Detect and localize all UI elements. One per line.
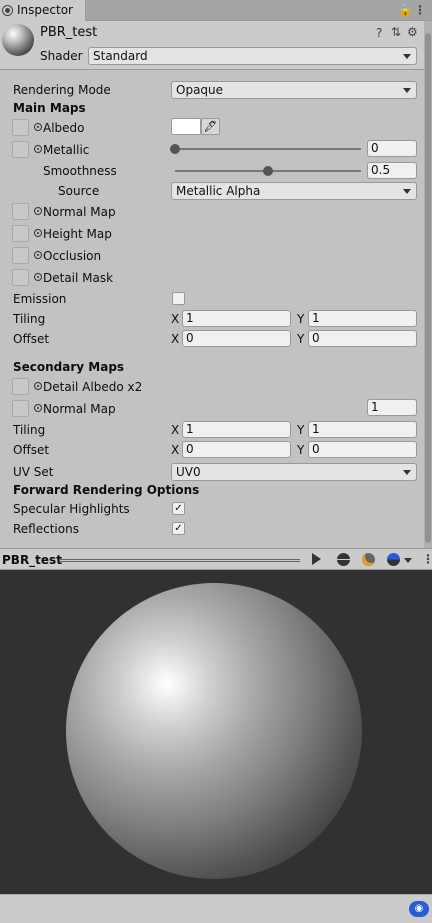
reflections-checkbox[interactable]: ✓ xyxy=(172,522,185,535)
offset-label: Offset xyxy=(13,332,50,346)
tab-inspector[interactable]: Inspector xyxy=(0,0,86,21)
offset-y-field[interactable]: 0 xyxy=(308,330,417,347)
emission-label: Emission xyxy=(13,292,67,306)
material-thumbnail xyxy=(2,24,34,56)
secondary-normal-map-label: Normal Map xyxy=(43,402,116,416)
preset-icon[interactable]: ⇅ xyxy=(391,25,401,39)
metallic-value-field[interactable]: 0 xyxy=(367,140,417,157)
albedo-texture-slot[interactable] xyxy=(12,119,29,136)
detail-mask-texture-slot[interactable] xyxy=(12,269,29,286)
preview-title: PBR_test xyxy=(2,553,62,567)
secondary-normal-map-picker-icon[interactable] xyxy=(34,404,42,412)
occlusion-texture-slot[interactable] xyxy=(12,247,29,264)
preview-mesh-icon[interactable] xyxy=(337,553,350,566)
preview-more-icon[interactable]: ⋮ xyxy=(422,552,432,566)
secondary-tiling-x-label: X xyxy=(171,423,180,437)
offset-y-label: Y xyxy=(297,332,305,346)
preview-toolbar: PBR_test ⋮ xyxy=(0,548,432,570)
detail-mask-picker-icon[interactable] xyxy=(34,273,42,281)
secondary-normal-scale-field[interactable]: 1 xyxy=(367,399,417,416)
rendering-mode-label: Rendering Mode xyxy=(13,83,111,97)
detail-albedo-texture-slot[interactable] xyxy=(12,378,29,395)
metallic-slider-track[interactable] xyxy=(175,148,361,150)
secondary-offset-x-label: X xyxy=(171,443,180,457)
secondary-maps-heading: Secondary Maps xyxy=(13,360,125,374)
normal-map-picker-icon[interactable] xyxy=(34,207,42,215)
height-map-label: Height Map xyxy=(43,227,112,241)
detail-mask-label: Detail Mask xyxy=(43,271,114,285)
secondary-tiling-label: Tiling xyxy=(13,423,46,437)
tiling-y-field[interactable]: 1 xyxy=(308,310,417,327)
smoothness-slider-handle[interactable] xyxy=(263,166,273,176)
secondary-tiling-y-field[interactable]: 1 xyxy=(308,421,417,438)
tab-bar: Inspector 🔒 ⋮ xyxy=(0,0,432,21)
preview-drag-handle[interactable] xyxy=(60,559,300,562)
shader-label: Shader xyxy=(40,49,83,63)
occlusion-label: Occlusion xyxy=(43,249,102,263)
secondary-tiling-y-label: Y xyxy=(297,423,305,437)
material-name: PBR_test xyxy=(40,25,98,40)
detail-albedo-picker-icon[interactable] xyxy=(34,382,42,390)
albedo-picker-icon[interactable] xyxy=(34,123,42,131)
specular-highlights-checkbox[interactable]: ✓ xyxy=(172,502,185,515)
tiling-y-label: Y xyxy=(297,312,305,326)
preview-sphere xyxy=(66,583,362,879)
status-bar: ◉ xyxy=(0,894,432,923)
chevron-down-icon[interactable] xyxy=(404,558,412,563)
eyedropper-icon[interactable]: 🖋 xyxy=(201,118,220,135)
material-header: PBR_test ? ⇅ ⚙ Shader Standard xyxy=(0,21,432,70)
tiling-label: Tiling xyxy=(13,312,46,326)
uv-set-dropdown[interactable]: UV0 xyxy=(171,463,417,481)
height-map-texture-slot[interactable] xyxy=(12,225,29,242)
normal-map-label: Normal Map xyxy=(43,205,116,219)
help-icon[interactable]: ? xyxy=(376,26,382,40)
emission-checkbox[interactable] xyxy=(172,292,185,305)
source-dropdown[interactable]: Metallic Alpha xyxy=(171,182,417,200)
tiling-x-label: X xyxy=(171,312,180,326)
detail-albedo-label: Detail Albedo x2 xyxy=(43,380,143,394)
specular-highlights-label: Specular Highlights xyxy=(13,502,130,516)
tiling-x-field[interactable]: 1 xyxy=(182,310,291,327)
offset-x-label: X xyxy=(171,332,180,346)
secondary-offset-y-field[interactable]: 0 xyxy=(308,441,417,458)
forward-rendering-heading: Forward Rendering Options xyxy=(13,483,200,497)
reflections-label: Reflections xyxy=(13,522,79,536)
offset-x-field[interactable]: 0 xyxy=(182,330,291,347)
secondary-offset-label: Offset xyxy=(13,443,50,457)
height-map-picker-icon[interactable] xyxy=(34,229,42,237)
smoothness-value-field[interactable]: 0.5 xyxy=(367,162,417,179)
shader-dropdown[interactable]: Standard xyxy=(88,47,417,65)
smoothness-label: Smoothness xyxy=(43,164,117,178)
source-label: Source xyxy=(58,184,100,198)
lock-icon[interactable]: 🔒 xyxy=(398,3,413,17)
secondary-normal-map-texture-slot[interactable] xyxy=(12,400,29,417)
metallic-texture-slot[interactable] xyxy=(12,141,29,158)
tab-label: Inspector xyxy=(17,3,73,17)
main-maps-heading: Main Maps xyxy=(13,101,86,115)
preview-background-icon[interactable] xyxy=(387,553,400,566)
label-tag-icon[interactable]: ◉ xyxy=(409,901,429,917)
secondary-offset-y-label: Y xyxy=(297,443,305,457)
more-menu-icon[interactable]: ⋮ xyxy=(414,3,426,17)
rendering-mode-dropdown[interactable]: Opaque xyxy=(171,81,417,99)
albedo-label: Albedo xyxy=(43,121,85,135)
metallic-picker-icon[interactable] xyxy=(34,145,42,153)
albedo-color-swatch[interactable] xyxy=(171,118,201,135)
metallic-slider-handle[interactable] xyxy=(170,144,180,154)
inspector-icon xyxy=(3,6,12,15)
uv-set-label: UV Set xyxy=(13,465,54,479)
occlusion-picker-icon[interactable] xyxy=(34,251,42,259)
metallic-label: Metallic xyxy=(43,143,90,157)
secondary-tiling-x-field[interactable]: 1 xyxy=(182,421,291,438)
normal-map-texture-slot[interactable] xyxy=(12,203,29,220)
scrollbar-thumb[interactable] xyxy=(425,33,431,543)
preview-light-icon[interactable] xyxy=(362,553,375,566)
gear-icon[interactable]: ⚙ xyxy=(407,25,418,39)
secondary-offset-x-field[interactable]: 0 xyxy=(182,441,291,458)
play-icon[interactable] xyxy=(312,553,321,565)
